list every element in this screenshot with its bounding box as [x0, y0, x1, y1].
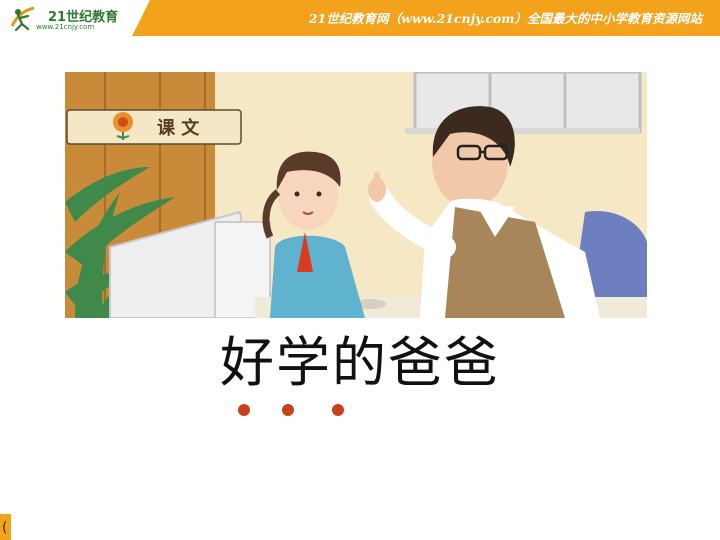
header-slogan: 21世纪教育网（www.21cnjy.com）全国最大的中小学教育资源网站 — [308, 11, 702, 26]
lesson-illustration: 课 文 — [65, 72, 647, 318]
dot-1 — [238, 404, 250, 416]
header-bar: 21世纪教育 www.21cnjy.com 21世纪教育网（www.21cnjy… — [0, 0, 720, 36]
decorative-dots — [238, 404, 348, 420]
lesson-badge-label: 课 文 — [157, 117, 200, 139]
lesson-badge — [66, 109, 242, 145]
dot-2 — [282, 404, 294, 416]
lesson-title: 好学的爸爸 — [220, 331, 500, 394]
logo-url-text: www.21cnjy.com — [36, 23, 95, 31]
site-logo[interactable]: 21世纪教育 www.21cnjy.com — [0, 0, 150, 36]
dot-3 — [332, 404, 344, 416]
corner-glyph: ( — [2, 520, 8, 536]
